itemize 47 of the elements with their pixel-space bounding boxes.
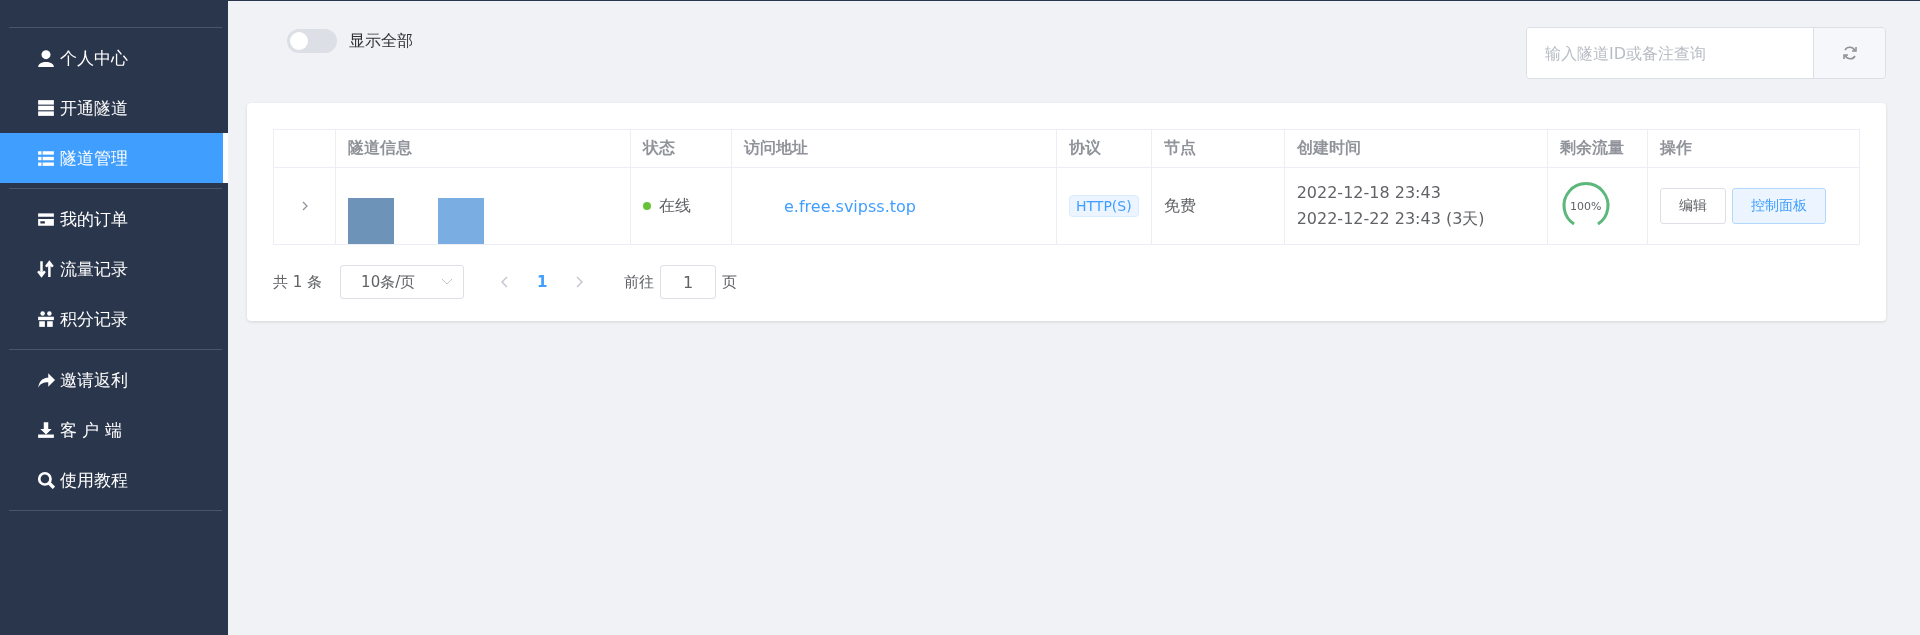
goto-page-field[interactable]: 1 bbox=[660, 265, 717, 299]
expire-time: 2022-12-22 23:43 (3天) bbox=[1296, 208, 1486, 230]
column-header: 状态 bbox=[643, 138, 675, 157]
column-header: 创建时间 bbox=[1296, 138, 1361, 157]
column-header: 协议 bbox=[1069, 138, 1101, 157]
chevron-left-icon bbox=[501, 276, 510, 288]
up-down-arrows-icon bbox=[37, 260, 55, 278]
gift-icon bbox=[37, 310, 55, 328]
user-icon bbox=[37, 49, 55, 67]
redaction-block bbox=[438, 198, 484, 244]
download-icon bbox=[37, 421, 55, 439]
node-text: 免费 bbox=[1163, 195, 1196, 215]
share-arrow-icon bbox=[37, 371, 55, 389]
sidebar-item[interactable]: 积分记录 bbox=[0, 294, 228, 344]
chevron-right-icon bbox=[575, 276, 584, 288]
total-count: 共 1 条 bbox=[273, 272, 323, 292]
traffic-reading: 100% bbox=[1569, 199, 1602, 213]
protocol-tag: HTTP(S) bbox=[1069, 195, 1139, 217]
sidebar-item[interactable]: 客 户 端 bbox=[0, 405, 228, 455]
refresh-icon bbox=[1841, 45, 1858, 61]
page-size-select[interactable]: 10条/页 bbox=[340, 265, 465, 299]
status-text: 在线 bbox=[659, 195, 691, 217]
toggle-label: 显示全部 bbox=[349, 30, 413, 52]
goto-label: 前往 bbox=[624, 272, 655, 292]
sidebar-item[interactable]: 开通隧道 bbox=[0, 83, 228, 133]
column-header: 隧道信息 bbox=[348, 138, 412, 157]
refresh-button[interactable] bbox=[1813, 28, 1885, 78]
sidebar-item[interactable]: 我的订单 bbox=[0, 194, 228, 244]
column-header: 操作 bbox=[1659, 138, 1692, 157]
column-header: 剩余流量 bbox=[1559, 138, 1624, 157]
sidebar-item[interactable]: 流量记录 bbox=[0, 244, 228, 294]
toggle-switch[interactable] bbox=[287, 29, 337, 53]
edit-button[interactable]: 编辑 bbox=[1659, 188, 1726, 224]
search-icon bbox=[37, 471, 55, 489]
search-field[interactable]: 输入隧道ID或备注查询 bbox=[1526, 27, 1886, 79]
list-icon bbox=[37, 149, 55, 167]
sidebar-item[interactable]: 邀请返利 bbox=[0, 355, 228, 405]
sidebar-item[interactable]: 个人中心 bbox=[0, 33, 228, 83]
created-time: 2022-12-18 23:43 bbox=[1296, 182, 1442, 204]
column-header: 节点 bbox=[1163, 138, 1196, 157]
credit-card-icon bbox=[37, 210, 55, 228]
server-icon bbox=[37, 99, 55, 117]
page-suffix: 页 bbox=[722, 272, 738, 292]
caret-icon bbox=[441, 278, 454, 286]
sidebar-item[interactable]: 使用教程 bbox=[0, 455, 228, 505]
column-header: 访问地址 bbox=[744, 138, 808, 157]
redaction-block bbox=[348, 198, 394, 244]
